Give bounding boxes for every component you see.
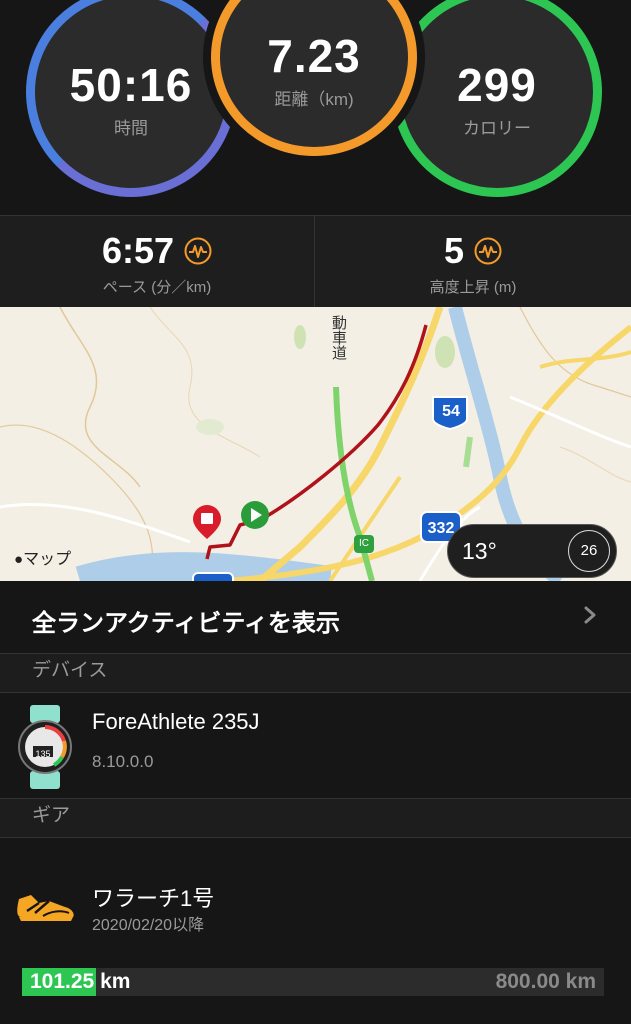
time-ring: 50:16 時間 <box>26 0 236 197</box>
gear-distance-bar: 101.25 km 800.00 km <box>22 968 604 996</box>
gear-name: ワラーチ1号 <box>92 886 215 911</box>
pace-label: ペース (分／km) <box>102 279 212 296</box>
chevron-right-icon <box>584 606 596 624</box>
stats-row: 6:57 ペース (分／km) 5 高度上昇 (m) <box>0 215 631 308</box>
summary-rings: 50:16 時間 299 カロリー 7.23 距離（km) <box>0 0 631 214</box>
gear-header-label: ギア <box>32 805 71 826</box>
watch-icon <box>18 705 72 789</box>
ic-label: IC <box>359 538 369 549</box>
temperature-value: 13° <box>462 538 497 564</box>
time-value: 50:16 <box>69 59 193 111</box>
device-header-label: デバイス <box>32 660 108 681</box>
pace-value: 6:57 <box>101 230 175 271</box>
shoe-icon <box>17 895 74 921</box>
gear-max-distance: 800.00 km <box>495 970 596 993</box>
distance-value: 7.23 <box>267 30 361 82</box>
elevation-wave-icon <box>474 237 502 265</box>
elevation-stat[interactable]: 5 高度上昇 (m) <box>315 216 631 307</box>
device-row[interactable]: 135 ForeAthlete 235J 8.10.0.0 <box>0 693 631 799</box>
calories-value: 299 <box>457 59 537 111</box>
device-section-header: デバイス <box>0 654 631 693</box>
elevation-label: 高度上昇 (m) <box>429 279 517 296</box>
device-name: ForeAthlete 235J <box>92 709 260 734</box>
route-54-label: 54 <box>442 403 460 420</box>
elevation-value: 5 <box>443 230 465 271</box>
distance-label: 距離（km) <box>274 90 354 109</box>
expressway-label: 動車道 <box>330 315 347 360</box>
gear-row[interactable]: ワラーチ1号 2020/02/20以降 101.25 km 800.00 km <box>0 839 631 1024</box>
gear-distance-value: 101.25 km <box>30 970 131 993</box>
weather-badge[interactable]: 13° 26 <box>447 524 617 578</box>
device-version: 8.10.0.0 <box>92 752 154 771</box>
all-activities-button[interactable]: 全ランアクティビティを表示 <box>0 581 631 654</box>
time-label: 時間 <box>114 119 148 138</box>
distance-ring: 7.23 距離（km) <box>211 0 417 156</box>
all-activities-label: 全ランアクティビティを表示 <box>32 610 340 637</box>
gear-section-header: ギア <box>0 799 631 838</box>
pace-stat[interactable]: 6:57 ペース (分／km) <box>0 216 315 307</box>
wind-value: 26 <box>580 542 598 559</box>
start-marker-icon <box>241 501 269 529</box>
apple-logo-icon: ● <box>14 551 24 568</box>
calories-label: カロリー <box>463 119 531 138</box>
elevation-wave-icon <box>184 237 212 265</box>
gear-since: 2020/02/20以降 <box>92 917 205 934</box>
watch-face-value: 135 <box>35 749 51 759</box>
wind-gauge: 26 <box>568 530 610 572</box>
map-credit: ●マップ <box>14 551 72 568</box>
calories-ring: 299 カロリー <box>392 0 602 197</box>
